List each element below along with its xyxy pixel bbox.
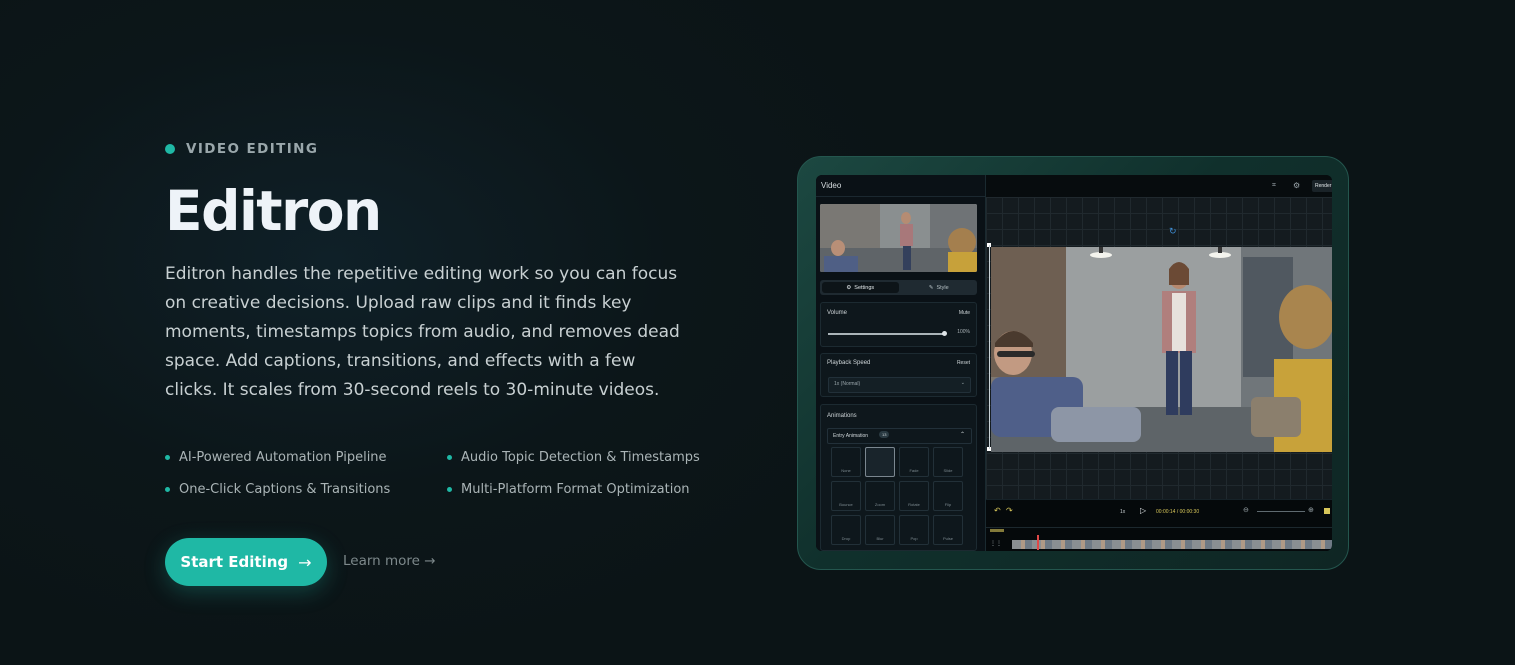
anim-option[interactable]: Bounce [831, 481, 861, 511]
tab-label: Style [936, 284, 949, 291]
video-frame[interactable] [991, 247, 1332, 452]
zoom-out-icon[interactable]: ⊖ [1243, 506, 1249, 514]
feature-item: AI-Powered Automation Pipeline [165, 450, 387, 465]
volume-knob[interactable] [941, 331, 947, 336]
video-scene-image [991, 247, 1332, 452]
time-readout: 00:00:14 / 00:00:30 [1156, 509, 1200, 515]
chevron-up-icon: ⌃ [959, 432, 965, 438]
brush-icon: ✎ [928, 284, 934, 291]
playback-speed-panel: Playback Speed Reset 1x (Normal) ⌄ [820, 353, 977, 397]
thumbnail-scene-image [820, 204, 977, 272]
volume-track[interactable] [828, 331, 947, 336]
volume-panel: Volume Mute 100% [820, 302, 977, 347]
sidebar-tabs: ⚙ Settings ✎ Style [820, 280, 977, 295]
tab-style[interactable]: ✎ Style [901, 280, 978, 295]
anim-option[interactable]: Fade [899, 447, 929, 477]
feature-label: AI-Powered Automation Pipeline [179, 450, 387, 465]
render-label: Render [1315, 183, 1332, 189]
zoom-in-icon[interactable]: ⊕ [1308, 506, 1314, 514]
tab-settings[interactable]: ⚙ Settings [822, 282, 899, 293]
anim-option[interactable]: Drop [831, 515, 861, 545]
anim-option[interactable]: Flip [933, 481, 963, 511]
hero-description: Editron handles the repetitive editing w… [165, 264, 680, 400]
volume-value: 100% [957, 329, 970, 335]
render-button[interactable]: Render [1312, 180, 1332, 192]
drag-handle-icon[interactable]: ⋮⋮ [990, 540, 1002, 547]
speed-select[interactable]: 1x (Normal) ⌄ [828, 377, 971, 393]
undo-icon[interactable]: ↶ [994, 506, 1001, 515]
crop-icon[interactable]: ⌗ [1272, 182, 1276, 190]
video-thumbnail[interactable] [820, 204, 977, 272]
play-icon[interactable]: ▷ [1140, 506, 1146, 515]
zoom-slider[interactable] [1257, 511, 1305, 512]
playhead[interactable] [1037, 535, 1039, 550]
anim-option[interactable]: Slide [933, 447, 963, 477]
volume-label: Volume [827, 310, 848, 316]
animation-grid: None Fade Slide Bounce Zoom Rotate Flip … [831, 447, 963, 545]
hero-text: VIDEO EDITING Editron Editron handles th… [165, 138, 725, 405]
sidebar-title: Video [816, 175, 985, 197]
rotate-handle-icon[interactable]: ↻ [1169, 226, 1177, 237]
fit-icon[interactable] [1324, 508, 1330, 514]
selection-border [989, 245, 990, 449]
editor-preview-frame: Video ⚙ Settings ✎ Style Volume Mute 100… [797, 156, 1349, 570]
editor-topbar: ⌗ ⚙ Render [986, 175, 1332, 198]
bullet-icon [447, 487, 452, 492]
volume-fill [828, 333, 944, 335]
arrow-right-icon: → [298, 552, 312, 572]
anim-option[interactable]: Zoom [865, 481, 895, 511]
start-editing-button[interactable]: Start Editing → [165, 538, 327, 586]
speed-readout: 1x [1120, 509, 1126, 515]
feature-item: Audio Topic Detection & Timestamps [447, 450, 700, 465]
chevron-down-icon: ⌄ [960, 380, 965, 386]
ruler-line [986, 527, 1332, 528]
bullet-icon [165, 487, 170, 492]
preview-canvas[interactable]: ↻ [986, 197, 1332, 499]
bullet-icon [165, 455, 170, 460]
feature-label: Multi-Platform Format Optimization [461, 482, 690, 497]
feature-label: One-Click Captions & Transitions [179, 482, 391, 497]
speed-label: Playback Speed [827, 360, 871, 366]
editor-screen: Video ⚙ Settings ✎ Style Volume Mute 100… [816, 175, 1332, 551]
bullet-icon [447, 455, 452, 460]
anim-option[interactable]: Pop [899, 515, 929, 545]
redo-icon[interactable]: ↷ [1006, 506, 1013, 515]
speed-select-value: 1x (Normal) [834, 381, 861, 387]
settings-icon[interactable]: ⚙ [1293, 181, 1300, 190]
eyebrow: VIDEO EDITING [165, 138, 725, 160]
start-editing-label: Start Editing [180, 553, 289, 571]
feature-label: Audio Topic Detection & Timestamps [461, 450, 700, 465]
animations-label: Animations [827, 413, 857, 419]
anim-option-selected[interactable] [865, 447, 895, 477]
reset-button[interactable]: Reset [957, 360, 970, 366]
tab-label: Settings [854, 284, 875, 291]
timeline-bar: ↶ ↷ 1x ▷ 00:00:14 / 00:00:30 ⊖ ⊕ ⋮⋮ [986, 499, 1332, 551]
anim-option[interactable]: Pulse [933, 515, 963, 545]
eyebrow-dot-icon [165, 144, 175, 154]
video-track-strip[interactable] [1012, 540, 1332, 549]
ruler-marker [990, 529, 1004, 532]
page-title: Editron [165, 179, 382, 243]
mute-button[interactable]: Mute [959, 310, 970, 316]
learn-more-link[interactable]: Learn more → [343, 553, 436, 569]
anim-option[interactable]: Blur [865, 515, 895, 545]
gear-icon: ⚙ [846, 284, 852, 291]
feature-item: Multi-Platform Format Optimization [447, 482, 690, 497]
anim-option[interactable]: None [831, 447, 861, 477]
entry-animation-header[interactable]: Entry Animation 13 ⌃ [827, 428, 972, 444]
feature-item: One-Click Captions & Transitions [165, 482, 390, 497]
entry-count-badge: 13 [879, 431, 890, 438]
entry-label: Entry Animation [833, 433, 869, 439]
eyebrow-label: VIDEO EDITING [186, 141, 319, 157]
animations-panel: Animations Entry Animation 13 ⌃ None Fad… [820, 404, 977, 551]
editor-sidebar: Video ⚙ Settings ✎ Style Volume Mute 100… [816, 175, 986, 551]
anim-option[interactable]: Rotate [899, 481, 929, 511]
